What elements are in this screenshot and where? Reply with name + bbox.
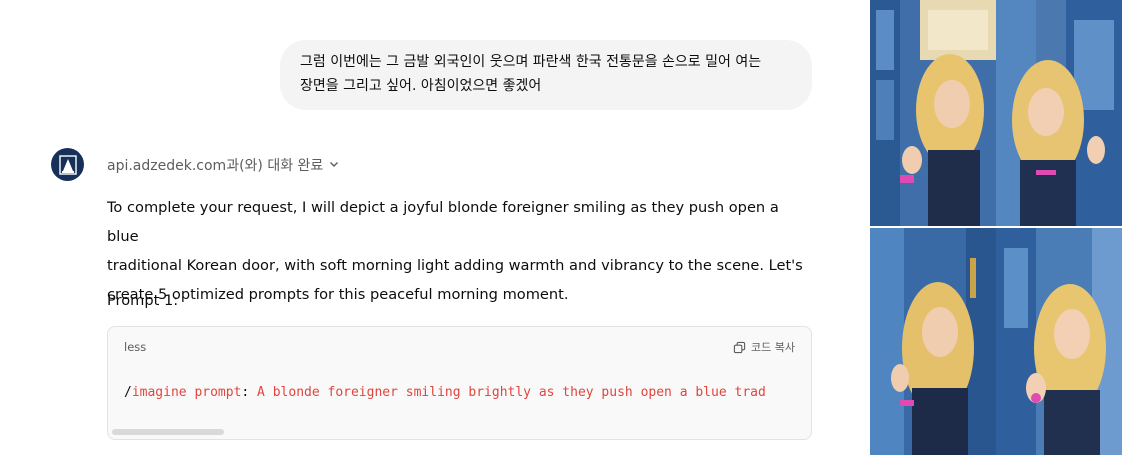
chevron-down-icon	[329, 159, 339, 172]
copy-code-button[interactable]: 코드 복사	[733, 339, 795, 355]
copy-code-label: 코드 복사	[751, 341, 795, 354]
gpt-logo-icon	[58, 154, 77, 175]
user-message-bubble: 그럼 이번에는 그 금발 외국인이 웃으며 파란색 한국 전통문을 손으로 밀어…	[280, 40, 812, 110]
code-command: imagine prompt	[131, 385, 242, 400]
chat-transcript: 그럼 이번에는 그 금발 외국인이 웃으며 파란색 한국 전통문을 손으로 밀어…	[0, 0, 850, 458]
code-language-label: less	[124, 340, 147, 354]
prompt-heading: Prompt 1:	[107, 292, 179, 309]
generated-image-2[interactable]	[996, 0, 1122, 226]
horizontal-scrollbar[interactable]	[112, 429, 224, 435]
assistant-response: To complete your request, I will depict …	[107, 193, 807, 309]
code-text: A blonde foreigner smiling brightly as t…	[249, 385, 766, 400]
copy-icon	[733, 341, 746, 353]
generated-image-4[interactable]	[996, 228, 1122, 455]
response-line: traditional Korean door, with soft morni…	[107, 257, 803, 274]
generated-image-1[interactable]	[870, 0, 996, 226]
code-block: less 코드 복사 /imagine prompt: A blonde for…	[107, 326, 812, 440]
generated-image-collage[interactable]	[870, 0, 1122, 455]
assistant-avatar	[51, 148, 84, 181]
response-line: To complete your request, I will depict …	[107, 199, 779, 245]
generated-image-3[interactable]	[870, 228, 996, 455]
code-block-header: less 코드 복사	[108, 327, 811, 367]
tool-call-status-label: api.adzedek.com과(와) 대화 완료	[107, 158, 324, 174]
code-content: /imagine prompt: A blonde foreigner smil…	[124, 385, 811, 400]
code-prefix: /	[124, 385, 132, 400]
user-message-line: 그럼 이번에는 그 금발 외국인이 웃으며 파란색 한국 전통문을 손으로 밀어…	[300, 54, 762, 70]
tool-call-status[interactable]: api.adzedek.com과(와) 대화 완료	[107, 155, 339, 175]
user-message-line: 장면을 그리고 싶어. 아침이었으면 좋겠어	[300, 78, 542, 94]
response-line: create 5 optimized prompts for this peac…	[107, 286, 569, 303]
